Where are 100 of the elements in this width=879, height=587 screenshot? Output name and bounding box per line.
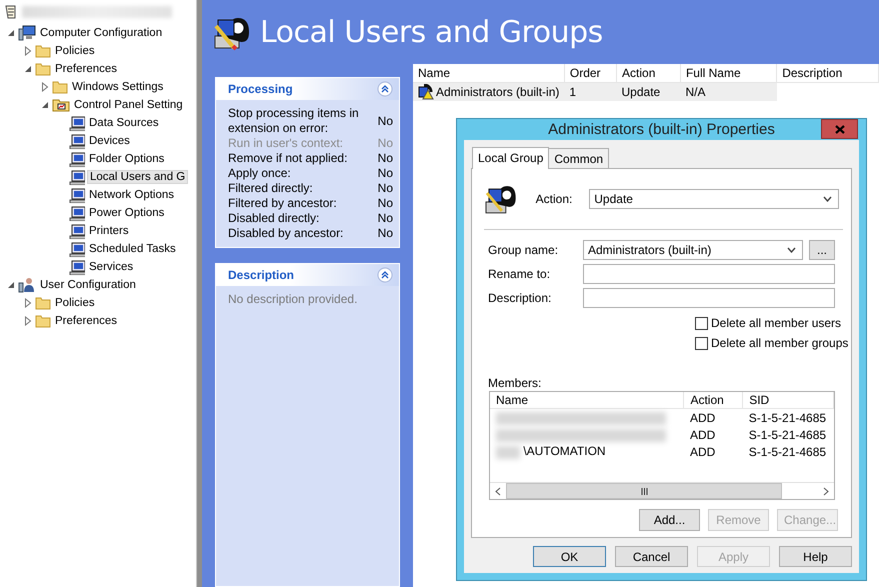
dropdown-value: Administrators (built-in) [588,243,712,257]
tree-item[interactable]: Local Users and G [87,170,188,184]
members-label: Members: [487,376,542,390]
column-header[interactable]: SID [742,392,834,408]
dialog-button[interactable]: Cancel [615,546,688,567]
monitor-icon [69,170,85,184]
dialog-button[interactable]: OK [533,546,606,567]
browse-button[interactable]: ... [809,240,835,260]
dropdown-value: Update [594,192,633,206]
monitor-icon [69,260,85,274]
scroll-icon [4,4,18,20]
table-cell: Update [616,82,680,101]
table-cell-text: ADD [688,444,716,460]
chevron-down-icon [822,196,832,202]
member-name: \AUTOMATION [523,444,606,458]
input-field[interactable] [583,264,835,284]
monitor-icon [69,134,85,148]
folder-icon [35,44,51,58]
chevron-down-icon [787,247,796,253]
property-value: No [378,226,393,241]
property-value: No [378,211,393,226]
panel-title: Processing [228,82,293,96]
property-value: No [378,196,393,211]
action-dropdown[interactable]: Update [589,189,839,209]
group-name-dropdown[interactable]: Administrators (built-in) [583,240,803,260]
column-header[interactable]: Description [776,64,878,82]
property-label: Apply once: [228,166,292,181]
member-button[interactable]: Add... [639,509,700,531]
property-label: Disabled by ancestor: [228,226,344,241]
collapse-icon[interactable] [377,267,393,283]
table-cell[interactable]: Administrators (built-in) [413,82,564,101]
tree-item[interactable]: Preferences [53,314,120,328]
chevron-left-icon [495,486,501,496]
property-value: No [378,166,393,181]
checkbox[interactable] [695,336,708,350]
expanded-arrow-icon[interactable] [7,281,15,289]
tree-item[interactable]: Network Options [87,188,176,202]
expanded-arrow-icon[interactable] [24,65,32,73]
tab[interactable]: Common [548,148,610,168]
folder-icon [52,80,68,94]
collapse-icon[interactable] [377,81,393,97]
tree-item[interactable]: Power Options [87,206,166,220]
monitor-icon [69,206,85,220]
tree-item[interactable]: Policies [53,296,97,310]
expanded-arrow-icon[interactable] [41,101,49,109]
property-value: No [378,136,393,151]
table-cell-text: S-1-5-21-4685 [748,444,828,460]
tab[interactable]: Local Group [472,147,550,169]
tree-item[interactable]: User Configuration [38,278,138,292]
horizontal-scrollbar[interactable] [490,482,834,499]
panel-title: Description [228,268,294,282]
property-value: No [378,114,393,128]
tree-item[interactable]: Windows Settings [70,80,166,94]
tree-item[interactable]: Preferences [53,62,120,76]
tree-item[interactable]: Computer Configuration [38,26,164,40]
user-icon [18,277,36,293]
tree-item[interactable]: Scheduled Tasks [87,242,178,256]
property-label: Disabled directly: [228,211,320,226]
computer-icon [18,25,36,41]
folder-icon [35,314,51,328]
input-field[interactable] [583,288,835,308]
folder-icon [35,62,51,76]
folder-icon [35,296,51,310]
collapsed-arrow-icon[interactable] [24,46,32,56]
table-cell: N/A [680,82,777,101]
blurred-text [496,446,520,459]
table-cell-text: S-1-5-21-4685 [748,426,828,443]
item-name: Administrators (built-in) [436,85,560,99]
tree-item[interactable]: Data Sources [87,116,161,130]
tree-item[interactable]: Printers [87,224,131,238]
property-label: Filtered directly: [228,181,314,196]
checkbox-label: Delete all member groups [711,336,848,350]
field-label: Group name: [488,243,560,257]
expanded-arrow-icon[interactable] [7,29,15,37]
page-title: Local Users and Groups [260,14,603,50]
table-cell: ADD [684,408,743,426]
field-label: Description: [488,291,552,305]
dialog-title: Administrators (built-in) Properties [548,121,775,138]
tree-item[interactable]: Devices [87,134,132,148]
tree-item[interactable]: Services [87,260,136,274]
collapsed-arrow-icon[interactable] [24,316,32,326]
monitor-icon [69,152,85,166]
tree-item[interactable]: Folder Options [87,152,166,166]
collapsed-arrow-icon[interactable] [41,82,49,92]
property-label: Stop processing items in extension on error: [228,106,360,136]
property-value: No [378,151,393,166]
column-header[interactable]: Name [490,392,684,408]
tree-item[interactable]: Control Panel Setting [72,98,185,112]
monitor-icon [69,224,85,238]
table-cell: 1 [564,82,617,101]
dialog-button[interactable]: Help [779,546,852,567]
tree-item[interactable]: Policies [53,44,97,58]
close-button[interactable] [821,119,858,139]
checkbox[interactable] [695,316,708,330]
checkbox-label: Delete all member users [711,316,842,330]
collapsed-arrow-icon[interactable] [24,298,32,308]
monitor-icon [69,116,85,130]
close-icon [834,124,844,134]
column-header[interactable]: Action [684,392,743,408]
property-label: Run in user's context: [228,136,344,151]
